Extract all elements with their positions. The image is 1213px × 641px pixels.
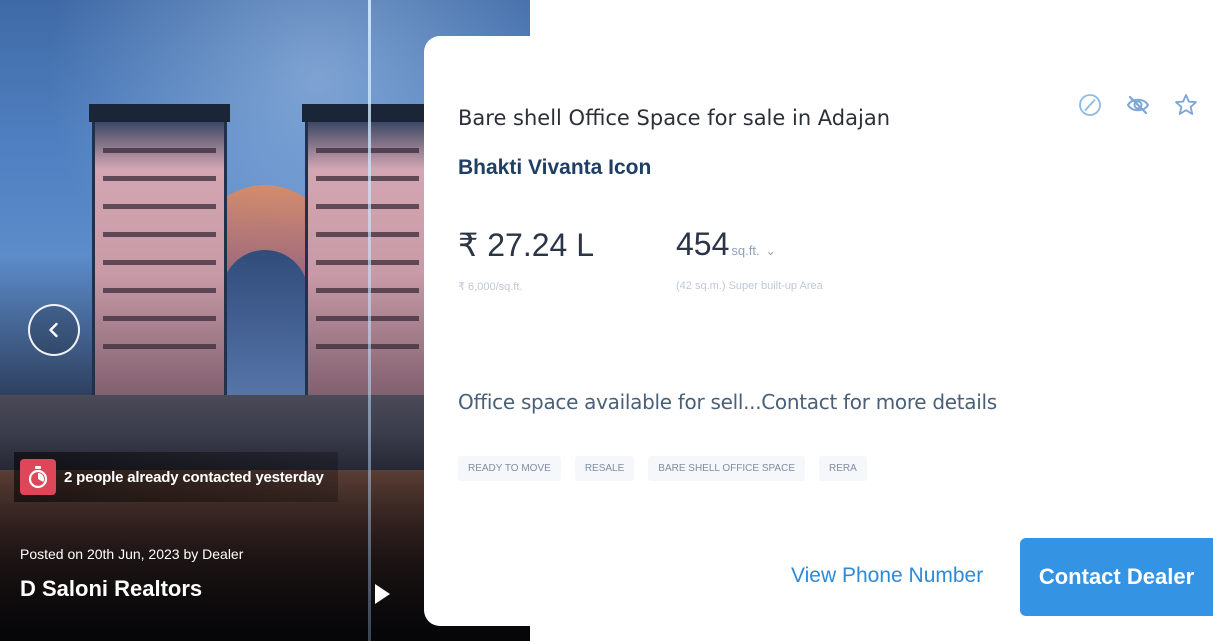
area-value: 454: [676, 226, 730, 262]
light-streak: [368, 0, 371, 641]
area-detail: (42 sq.m.) Super built-up Area: [676, 280, 823, 292]
timer-icon: [20, 459, 56, 495]
listing-description[interactable]: Office space available for sell...Contac…: [458, 390, 997, 414]
report-icon[interactable]: [1077, 92, 1103, 118]
dealer-name[interactable]: D Saloni Realtors: [20, 576, 202, 602]
star-icon[interactable]: [1173, 92, 1199, 118]
listing-card[interactable]: Bare shell Office Space for sale in Adaj…: [424, 36, 1213, 626]
chevron-left-icon: [49, 322, 58, 338]
price: ₹ 27.24 L: [458, 227, 595, 263]
contacted-banner: 2 people already contacted yesterday: [14, 452, 338, 502]
tag-ready-to-move: READY TO MOVE: [458, 456, 561, 481]
listing-tags: READY TO MOVE RESALE BARE SHELL OFFICE S…: [458, 456, 867, 481]
play-right-icon[interactable]: [372, 582, 392, 606]
area-unit: sq.ft.: [731, 243, 760, 258]
tag-resale: RESALE: [574, 456, 635, 481]
listing-title[interactable]: Bare shell Office Space for sale in Adaj…: [458, 106, 890, 130]
contact-dealer-button[interactable]: Contact Dealer: [1020, 538, 1213, 616]
project-name[interactable]: Bhakti Vivanta Icon: [458, 156, 651, 180]
tag-rera: RERA: [819, 456, 867, 481]
area-selector[interactable]: 454 sq.ft. ⌄: [676, 226, 776, 263]
price-per-sqft: ₹ 6,000/sq.ft.: [458, 281, 523, 293]
tower-cap: [89, 104, 230, 122]
tag-bare-shell: BARE SHELL OFFICE SPACE: [648, 456, 805, 481]
hide-icon[interactable]: [1125, 92, 1151, 118]
contacted-text: 2 people already contacted yesterday: [64, 468, 324, 486]
view-phone-number-link[interactable]: View Phone Number: [791, 564, 983, 588]
card-actions: [1077, 92, 1199, 118]
posted-info: Posted on 20th Jun, 2023 by Dealer: [20, 546, 244, 562]
previous-photo-button[interactable]: [28, 304, 80, 356]
chevron-down-icon[interactable]: ⌄: [766, 244, 776, 258]
building-tower-left: [89, 104, 230, 405]
tower-windows: [103, 148, 216, 372]
